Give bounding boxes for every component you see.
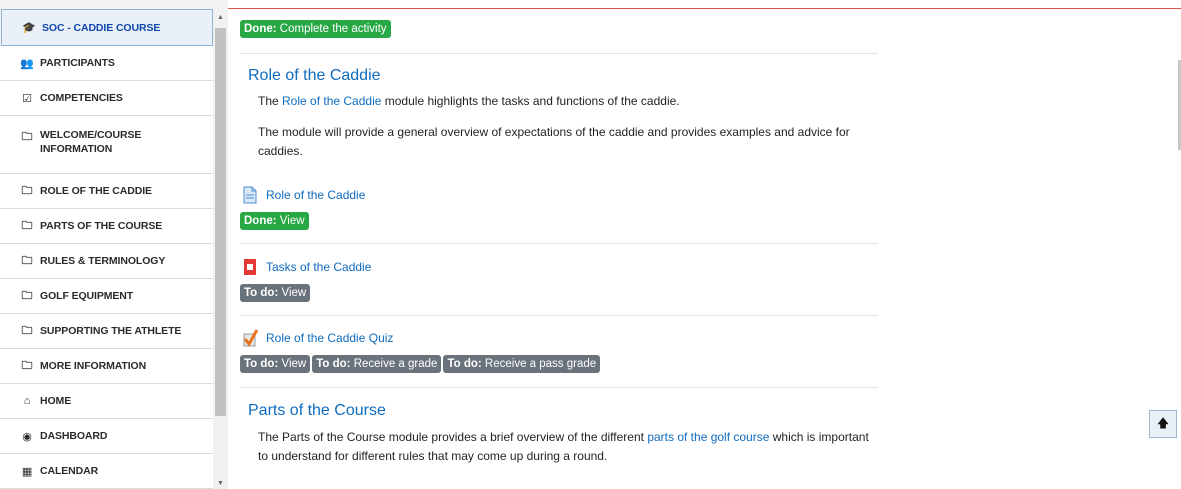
section-title-role[interactable]: Role of the Caddie xyxy=(248,67,381,85)
parts-of-the-golf-course-link[interactable]: parts of the golf course xyxy=(647,430,769,444)
badge-text: Receive a grade xyxy=(353,358,438,370)
section-description-role: The module will provide a general overvi… xyxy=(258,125,850,158)
folder-icon: 🗀 xyxy=(21,324,33,337)
sidebar-item-label: ROLE OF THE CADDIE xyxy=(40,185,152,197)
folder-icon: 🗀 xyxy=(21,131,33,143)
page-icon xyxy=(242,186,258,204)
scroll-down-arrow-icon[interactable]: ▼ xyxy=(217,480,224,487)
sidebar-item-dashboard[interactable]: ◉ DASHBOARD xyxy=(0,419,213,454)
sidebar-item-golf-equipment[interactable]: 🗀 GOLF EQUIPMENT xyxy=(0,279,213,314)
section-summary-role: The Role of the Caddie module highlights… xyxy=(258,94,680,108)
users-icon: 👥 xyxy=(20,57,34,70)
badge-status: Done: xyxy=(244,23,277,35)
folder-icon: 🗀 xyxy=(21,219,33,232)
sidebar-item-label: WELCOME/COURSE INFORMATION xyxy=(40,129,142,155)
sidebar-item-calendar[interactable]: ▦ CALENDAR xyxy=(0,454,213,489)
pdf-icon xyxy=(242,258,258,276)
activity-completion-badges: To do: View xyxy=(240,283,312,302)
completion-badge-top: Done: Complete the activity xyxy=(240,19,393,38)
folder-icon: 🗀 xyxy=(21,254,33,267)
section-divider xyxy=(240,387,878,388)
section-title-parts[interactable]: Parts of the Course xyxy=(248,402,386,420)
sidebar-item-more-information[interactable]: 🗀 MORE INFORMATION xyxy=(0,349,213,384)
badge-status: To do: xyxy=(316,358,351,370)
section-summary-parts: The Parts of the Course module provides … xyxy=(258,430,869,463)
sidebar-item-label: COMPETENCIES xyxy=(40,92,123,104)
activity-link[interactable]: Role of the Caddie xyxy=(266,188,365,202)
sidebar-item-label: DASHBOARD xyxy=(40,430,108,442)
arrow-up-icon: 🡅 xyxy=(1156,415,1170,430)
badge-text: Complete the activity xyxy=(279,23,387,35)
badge-text: View xyxy=(281,358,307,370)
role-of-the-caddie-link[interactable]: Role of the Caddie xyxy=(282,94,381,108)
sidebar-item-label: HOME xyxy=(40,395,72,407)
sidebar-item-welcome[interactable]: 🗀 WELCOME/COURSE INFORMATION xyxy=(0,116,213,174)
sidebar-item-label: MORE INFORMATION xyxy=(40,360,147,372)
badge-text: Receive a pass grade xyxy=(484,358,597,370)
activity-tasks-of-the-caddie[interactable]: Tasks of the Caddie xyxy=(242,258,371,276)
sidebar-scrollbar[interactable]: ▲ ▼ xyxy=(213,10,228,489)
folder-icon: 🗀 xyxy=(21,359,33,372)
activity-role-of-the-caddie[interactable]: Role of the Caddie xyxy=(242,186,365,204)
folder-icon: 🗀 xyxy=(21,184,33,197)
course-content: Done: Complete the activity Role of the … xyxy=(240,0,880,489)
sidebar-item-label: PARTS OF THE COURSE xyxy=(40,220,163,232)
badge-text: View xyxy=(281,287,307,299)
badge-status: To do: xyxy=(447,358,482,370)
badge-status: To do: xyxy=(244,287,279,299)
sidebar-item-rules-terminology[interactable]: 🗀 RULES & TERMINOLOGY xyxy=(0,244,213,279)
calendar-icon: ▦ xyxy=(21,465,33,478)
activity-completion-badges: To do: View To do: Receive a grade To do: … xyxy=(240,354,602,373)
activity-completion-badges: Done: View xyxy=(240,211,311,230)
graduation-cap-icon: 🎓 xyxy=(22,22,36,34)
sidebar-item-label: SOC - CADDIE COURSE xyxy=(42,21,161,34)
badge-status: To do: xyxy=(244,358,279,370)
activity-divider xyxy=(240,315,878,316)
badge-text: View xyxy=(279,215,305,227)
dashboard-icon: ◉ xyxy=(22,430,32,443)
activity-link[interactable]: Role of the Caddie Quiz xyxy=(266,331,393,345)
activity-divider xyxy=(240,243,878,244)
quiz-icon xyxy=(242,329,258,347)
course-nav: 🎓 SOC - CADDIE COURSE 👥 PARTICIPANTS ☑ C… xyxy=(0,0,213,489)
sidebar-item-home[interactable]: ⌂ HOME xyxy=(0,384,213,419)
sidebar-item-competencies[interactable]: ☑ COMPETENCIES xyxy=(0,81,213,116)
sidebar-item-supporting-the-athlete[interactable]: 🗀 SUPPORTING THE ATHLETE xyxy=(0,314,213,349)
sidebar-scroll-thumb[interactable] xyxy=(215,28,226,416)
sidebar-item-label: PARTICIPANTS xyxy=(40,57,115,69)
home-icon: ⌂ xyxy=(23,395,31,407)
sidebar-item-label: RULES & TERMINOLOGY xyxy=(40,255,166,267)
sidebar-item-label: GOLF EQUIPMENT xyxy=(40,290,134,302)
sidebar-item-parts-of-the-course[interactable]: 🗀 PARTS OF THE COURSE xyxy=(0,209,213,244)
back-to-top-button[interactable]: 🡅 xyxy=(1149,410,1177,438)
sidebar-item-label: CALENDAR xyxy=(40,465,99,477)
folder-icon: 🗀 xyxy=(21,289,33,302)
sidebar-item-course-home[interactable]: 🎓 SOC - CADDIE COURSE xyxy=(1,9,213,46)
activity-role-of-the-caddie-quiz[interactable]: Role of the Caddie Quiz xyxy=(242,329,393,347)
sidebar-item-label: SUPPORTING THE ATHLETE xyxy=(40,325,182,337)
course-index-sidebar: 🎓 SOC - CADDIE COURSE 👥 PARTICIPANTS ☑ C… xyxy=(0,0,228,489)
section-divider xyxy=(240,53,878,54)
checkbox-icon: ☑ xyxy=(22,92,32,105)
scroll-up-arrow-icon[interactable]: ▲ xyxy=(217,14,224,21)
sidebar-item-role-of-the-caddie[interactable]: 🗀 ROLE OF THE CADDIE xyxy=(0,174,213,209)
activity-link[interactable]: Tasks of the Caddie xyxy=(266,260,371,274)
badge-status: Done: xyxy=(244,215,277,227)
sidebar-item-participants[interactable]: 👥 PARTICIPANTS xyxy=(0,46,213,81)
